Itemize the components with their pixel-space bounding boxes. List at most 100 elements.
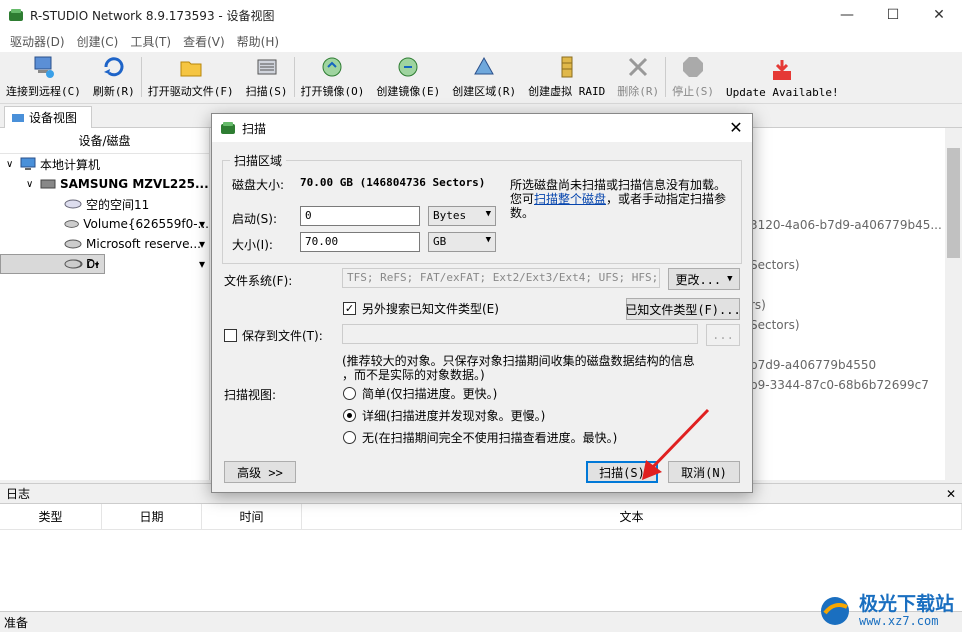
log-title: 日志 <box>6 487 31 501</box>
remote-computer-icon <box>34 56 55 78</box>
partition-icon <box>64 199 82 209</box>
computer-icon <box>20 157 36 170</box>
delete-button[interactable]: 删除(R) <box>611 53 665 103</box>
extra-search-checkbox[interactable]: ✓ <box>343 302 356 315</box>
scan-view-none-radio[interactable] <box>343 431 356 444</box>
tree-item-microsoft-reserved[interactable]: Microsoft reserve... ▾ <box>0 234 209 254</box>
dialog-title: 扫描 <box>242 121 267 136</box>
scan-view-detailed-label: 详细(扫描进度并发现对象。更慢。) <box>362 409 546 423</box>
chevron-down-icon: ▼ <box>727 274 733 284</box>
stop-icon <box>683 57 704 77</box>
title-bar: R-STUDIO Network 8.9.173593 - 设备视图 — ☐ ✕ <box>0 0 962 30</box>
vertical-scrollbar[interactable] <box>945 128 962 480</box>
chevron-down-icon[interactable]: ▾ <box>199 237 205 251</box>
chevron-down-icon[interactable]: ▾ <box>199 217 205 231</box>
open-image-icon <box>322 57 342 77</box>
log-close-button[interactable]: ✕ <box>946 487 956 501</box>
create-region-button[interactable]: 创建区域(R) <box>446 53 522 103</box>
change-button[interactable]: 更改... ▼ <box>668 268 740 290</box>
watermark: 极光下载站 www.xz7.com <box>815 594 954 628</box>
watermark-title: 极光下载站 <box>858 593 954 615</box>
scrollbar-thumb[interactable] <box>947 148 960 258</box>
save-to-file-checkbox[interactable] <box>224 329 237 342</box>
status-text: 准备 <box>4 615 29 630</box>
menu-help[interactable]: 帮助(H) <box>231 33 285 50</box>
create-image-button[interactable]: 创建镜像(E) <box>370 53 446 103</box>
scan-view-simple-radio[interactable] <box>343 387 356 400</box>
save-file-input[interactable] <box>342 324 698 344</box>
partition-icon <box>64 259 82 269</box>
menu-view[interactable]: 查看(V) <box>177 33 231 50</box>
save-to-file-label: 保存到文件(T): <box>242 329 323 343</box>
partition-icon <box>64 220 79 228</box>
open-image-button[interactable]: 打开镜像(O) <box>295 53 371 103</box>
tree-column-header[interactable]: 设备/磁盘 <box>0 128 209 154</box>
property-value: b9-3344-87c0-68b6b72699c7 <box>750 378 929 392</box>
tree-item-disk[interactable]: ∨ SAMSUNG MZVL225... <box>0 174 209 194</box>
tab-device-view[interactable]: 设备视图 <box>4 106 92 128</box>
save-note: ，而不是实际的对象数据。) <box>342 368 485 382</box>
refresh-button[interactable]: 刷新(R) <box>87 53 141 103</box>
size-input[interactable]: 70.00 <box>300 232 420 252</box>
device-view-icon <box>12 113 24 122</box>
expander-icon[interactable]: ∨ <box>6 159 20 170</box>
tree-item-local-computer[interactable]: ∨ 本地计算机 <box>0 154 209 174</box>
note-text: 数。 <box>510 206 535 220</box>
advanced-button[interactable]: 高级 >> <box>224 461 296 483</box>
toolbar: 连接到远程(C) 刷新(R) 打开驱动文件(F) 扫描(S) 打开镜像(O) 创… <box>0 52 962 104</box>
menu-bar: 驱动器(D) 创建(C) 工具(T) 查看(V) 帮助(H) <box>0 30 962 52</box>
hard-disk-icon <box>40 179 56 189</box>
start-input[interactable]: 0 <box>300 206 420 226</box>
menu-drives[interactable]: 驱动器(D) <box>4 33 71 50</box>
app-icon <box>221 122 235 134</box>
log-column-text[interactable]: 文本 <box>302 504 962 529</box>
browse-button[interactable]: ... <box>706 324 740 346</box>
expander-icon[interactable]: ∨ <box>26 179 40 190</box>
chevron-down-icon: ▼ <box>485 209 491 219</box>
property-value: Sectors) <box>750 318 800 332</box>
create-image-icon <box>398 57 418 77</box>
scan-view-detailed-radio[interactable] <box>343 409 356 422</box>
tree-item-volume[interactable]: Volume{626559f0-... ▾ <box>0 214 209 234</box>
dialog-title-bar: 扫描 ✕ <box>212 114 752 142</box>
create-virtual-raid-button[interactable]: 创建虚拟 RAID <box>522 53 611 103</box>
note-text: 您可扫描整个磁盘，或者手动指定扫描参 <box>510 192 727 206</box>
stop-button[interactable]: 停止(S) <box>666 53 720 103</box>
disk-size-value: 70.00 GB (146804736 Sectors) <box>300 176 486 189</box>
minimize-button[interactable]: — <box>824 0 870 30</box>
tree-item-drive-d[interactable]: D: ▾ <box>0 254 209 274</box>
log-column-type[interactable]: 类型 <box>0 504 102 529</box>
size-label: 大小(I): <box>232 238 273 252</box>
chevron-down-icon[interactable]: ▾ <box>199 257 205 271</box>
tree-item-empty-space[interactable]: 空的空间11 <box>0 194 209 214</box>
scan-view-label: 扫描视图: <box>224 388 277 402</box>
maximize-button[interactable]: ☐ <box>870 0 916 30</box>
property-value: Sectors) <box>750 258 800 272</box>
close-button[interactable]: ✕ <box>916 0 962 30</box>
file-system-input[interactable]: TFS; ReFS; FAT/exFAT; Ext2/Ext3/Ext4; UF… <box>342 268 660 288</box>
app-icon <box>9 9 23 21</box>
start-label: 启动(S): <box>232 212 278 226</box>
scan-view-none-label: 无(在扫描期间完全不使用扫描查看进度。最快。) <box>362 431 618 445</box>
known-file-types-button[interactable]: 已知文件类型(F)... <box>625 298 741 320</box>
scan-dialog: 扫描 ✕ 扫描区域 磁盘大小: 70.00 GB (146804736 Sect… <box>211 113 753 493</box>
scan-button[interactable]: 扫描(S) <box>240 53 294 103</box>
partition-icon <box>64 239 82 249</box>
property-value: b7d9-a406779b4550 <box>750 358 877 372</box>
log-column-headers: 类型 日期 时间 文本 <box>0 504 962 530</box>
size-unit-select[interactable]: GB ▼ <box>428 232 496 252</box>
dialog-close-button[interactable]: ✕ <box>726 118 746 137</box>
connect-remote-button[interactable]: 连接到远程(C) <box>0 53 87 103</box>
open-drive-files-button[interactable]: 打开驱动文件(F) <box>142 53 240 103</box>
menu-create[interactable]: 创建(C) <box>71 33 125 50</box>
scan-area-label: 扫描区域 <box>230 152 287 169</box>
log-column-time[interactable]: 时间 <box>202 504 302 529</box>
update-available-button[interactable]: Update Available! <box>720 53 845 103</box>
window-title: R-STUDIO Network 8.9.173593 - 设备视图 <box>30 8 275 23</box>
log-column-date[interactable]: 日期 <box>102 504 202 529</box>
device-tree: 设备/磁盘 ∨ 本地计算机 ∨ SAMSUNG MZVL225... 空的空间1… <box>0 128 210 480</box>
menu-tools[interactable]: 工具(T) <box>124 33 177 50</box>
annotation-arrow <box>642 408 710 480</box>
start-unit-select[interactable]: Bytes ▼ <box>428 206 496 226</box>
scan-whole-disk-link[interactable]: 扫描整个磁盘 <box>534 192 606 206</box>
